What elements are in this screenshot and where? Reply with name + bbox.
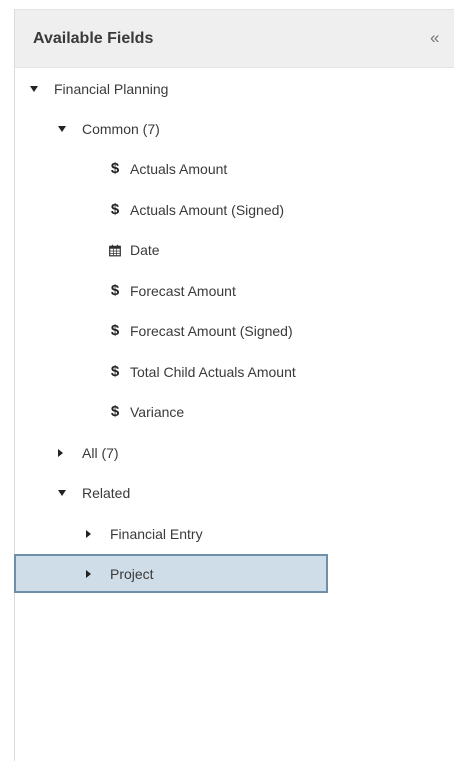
- field-label: Actuals Amount (Signed): [130, 202, 285, 218]
- field-label: Actuals Amount: [130, 161, 228, 177]
- field-item-actuals-amount-signed[interactable]: $ Actuals Amount (Signed): [109, 195, 284, 225]
- expanded-caret-icon[interactable]: [58, 126, 66, 132]
- dollar-icon: $: [109, 404, 121, 420]
- dollar-icon: $: [109, 202, 121, 218]
- field-item-variance[interactable]: $ Variance: [109, 397, 184, 427]
- panel-header: Available Fields «: [15, 10, 454, 68]
- tree-node-project[interactable]: Project: [14, 554, 328, 593]
- dollar-glyph: $: [110, 160, 120, 177]
- panel-title: Available Fields: [33, 30, 154, 47]
- field-item-forecast-amount[interactable]: $ Forecast Amount: [109, 276, 236, 306]
- field-item-actuals-amount[interactable]: $ Actuals Amount: [109, 154, 227, 184]
- tree-node-label: Related: [82, 485, 131, 501]
- expanded-caret-icon[interactable]: [30, 86, 38, 92]
- expanded-caret-icon[interactable]: [58, 490, 66, 496]
- collapsed-caret-icon[interactable]: [86, 569, 91, 578]
- tree-node-common[interactable]: Common (7): [58, 114, 160, 144]
- collapsed-caret-icon[interactable]: [58, 449, 63, 457]
- field-item-total-child-actuals-amount[interactable]: $ Total Child Actuals Amount: [109, 357, 296, 387]
- tree-node-financial-planning[interactable]: Financial Planning: [30, 74, 168, 104]
- dollar-glyph: $: [110, 282, 120, 299]
- field-label: Variance: [130, 404, 185, 420]
- tree-node-label: Financial Planning: [54, 81, 169, 97]
- tree-node-all[interactable]: All (7): [57, 438, 119, 468]
- dollar-icon: $: [109, 364, 121, 380]
- calendar-icon-graphic: [109, 244, 121, 256]
- field-item-forecast-amount-signed[interactable]: $ Forecast Amount (Signed): [109, 316, 293, 346]
- field-label: Date: [130, 242, 160, 258]
- dollar-glyph: $: [110, 201, 120, 218]
- dollar-glyph: $: [110, 322, 120, 339]
- tree-node-label: Project: [110, 565, 154, 582]
- tree-node-financial-entry[interactable]: Financial Entry: [85, 519, 203, 549]
- tree-node-related[interactable]: Related: [58, 478, 130, 508]
- field-label: Forecast Amount (Signed): [130, 323, 293, 339]
- dollar-glyph: $: [110, 403, 120, 420]
- collapse-panel-icon[interactable]: «: [430, 27, 450, 49]
- dollar-icon: $: [109, 323, 121, 339]
- dollar-icon: $: [109, 161, 121, 177]
- dollar-glyph: $: [110, 363, 120, 380]
- calendar-icon: [109, 244, 121, 257]
- collapsed-caret-icon[interactable]: [86, 530, 91, 538]
- tree-node-label: Financial Entry: [110, 526, 203, 542]
- field-label: Forecast Amount: [130, 283, 236, 299]
- tree-node-label: All (7): [82, 445, 119, 461]
- field-label: Total Child Actuals Amount: [130, 364, 296, 380]
- dollar-icon: $: [109, 283, 121, 299]
- field-item-date[interactable]: Date: [109, 235, 160, 265]
- tree-node-label: Common (7): [82, 121, 160, 137]
